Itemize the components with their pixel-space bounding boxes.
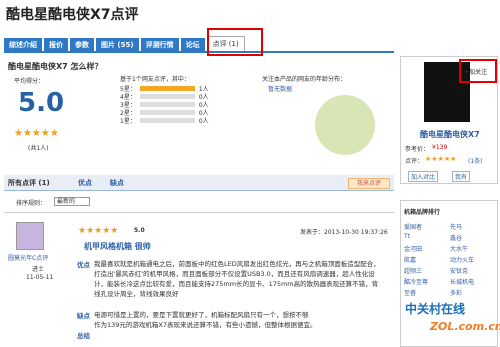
- reviewer-name[interactable]: 圆莫光年C点评: [8, 253, 48, 262]
- avatar[interactable]: [16, 222, 44, 250]
- total-count: (共1人): [28, 145, 49, 152]
- brand-list: 爱国者 先马 Tt 鑫谷 金河田 大水牛 航嘉 动力火车 超频三 安钛克 酷冷至…: [404, 222, 496, 297]
- tab-images[interactable]: 图片 (55): [96, 38, 139, 52]
- watermark-logo: ZOL.com.cn: [430, 320, 500, 333]
- ref-price: ¥139: [432, 144, 448, 151]
- review-stars: ★★★★★: [78, 226, 119, 236]
- brand-item[interactable]: 航嘉: [404, 255, 450, 264]
- tab-reviews-news[interactable]: 评测行情: [140, 38, 179, 52]
- tab-cons[interactable]: 缺点: [110, 175, 124, 191]
- brand-item[interactable]: 动力火车: [450, 255, 496, 264]
- tab-pros[interactable]: 优点: [78, 175, 92, 191]
- sidebar-stars: ★★★★★: [425, 155, 457, 163]
- average-stars: ★★★★★: [14, 128, 59, 139]
- rating-count[interactable]: (1条): [468, 156, 483, 165]
- tab-specs[interactable]: 参数: [70, 38, 94, 52]
- highlight-comments-tab: [207, 28, 263, 56]
- brand-item[interactable]: 多彩: [450, 288, 496, 297]
- brand-item[interactable]: 大水牛: [450, 244, 496, 253]
- brand-item[interactable]: 安钛克: [450, 266, 496, 275]
- tab-overview[interactable]: 综述介绍: [4, 38, 42, 52]
- follow-button[interactable]: +加关注: [464, 67, 487, 76]
- summary-text: 作为139元的游戏机箱X7表现来说还算不错，有些小遗憾，但整体根据便宜。: [94, 321, 317, 329]
- brand-item[interactable]: 长城机电: [450, 277, 496, 286]
- rating-distribution: 5星： 1人 4星： 0人 3星： 0人 2星： 0人 1星： 0人: [120, 84, 209, 125]
- rating-row: 1星： 0人: [120, 117, 209, 125]
- age-pie-chart: [315, 95, 375, 155]
- cons-label: 缺点: [77, 312, 90, 320]
- own-button[interactable]: 我有: [452, 171, 471, 182]
- reviewer-level: 进士: [32, 266, 45, 273]
- distribution-title: 基于1个网友点评，其中：: [120, 76, 190, 83]
- brand-item[interactable]: 先马: [450, 222, 496, 231]
- brand-item[interactable]: 爱国者: [404, 222, 450, 231]
- brand-item[interactable]: Tt: [404, 233, 450, 242]
- compare-button[interactable]: 加入对比: [408, 171, 439, 182]
- watermark-text: 中关村在线: [405, 302, 466, 316]
- reviewer-date: 11-05-11: [26, 274, 54, 281]
- review-date: 发表于：2013-10-30 19:37:26: [300, 229, 388, 236]
- sort-label: 排序规则：: [16, 200, 47, 207]
- tab-forum[interactable]: 论坛: [180, 38, 205, 52]
- brand-item[interactable]: 超频三: [404, 266, 450, 275]
- product-name[interactable]: 酷电星酷电侠X7: [420, 129, 480, 140]
- sort-select[interactable]: 最新的: [54, 197, 90, 206]
- rating-label: 点评：: [405, 158, 424, 165]
- brand-item[interactable]: 金河田: [404, 244, 450, 253]
- ref-price-label: 参考价：: [405, 146, 430, 153]
- brand-item[interactable]: 酷冷至尊: [404, 277, 450, 286]
- brand-item[interactable]: 鑫谷: [450, 233, 496, 242]
- bar-fill-5: [139, 85, 195, 91]
- review-score: 5.0: [134, 227, 145, 234]
- cons-text: 电源可惜是上置的，要是下置就更好了，机箱标配风扇只有一个，想按不够: [94, 311, 309, 319]
- average-score: 5.0: [18, 88, 65, 118]
- review-tabs: 所有点评 (1) 优点 缺点: [4, 175, 394, 191]
- pros-label: 优点: [77, 261, 90, 269]
- age-note: 暂无数据: [268, 86, 293, 93]
- age-title: 关注本产品的网友的年龄分布：: [262, 76, 347, 83]
- brand-item[interactable]: 至睿: [404, 288, 450, 297]
- avg-label: 平均得分：: [14, 78, 45, 85]
- write-review-button[interactable]: 我来点评: [348, 178, 390, 189]
- brand-ranking-title: 机箱品牌排行: [404, 209, 441, 216]
- review-headline[interactable]: 机甲风格机箱 很帅: [84, 241, 151, 252]
- tab-all-reviews[interactable]: 所有点评 (1): [8, 175, 50, 191]
- pros-text: 我最喜欢就是机箱通电之后，前面板中的红色LED风扇发出红色炫光，再与之机箱顶面板…: [94, 260, 380, 298]
- page-title: 酷电星酷电侠X7点评: [6, 7, 139, 23]
- tab-underline: [4, 51, 394, 53]
- section-heading: 酷电星酷电侠X7 怎么样？: [8, 62, 103, 71]
- summary-label: 总结: [77, 332, 90, 340]
- tab-price[interactable]: 报价: [44, 38, 68, 52]
